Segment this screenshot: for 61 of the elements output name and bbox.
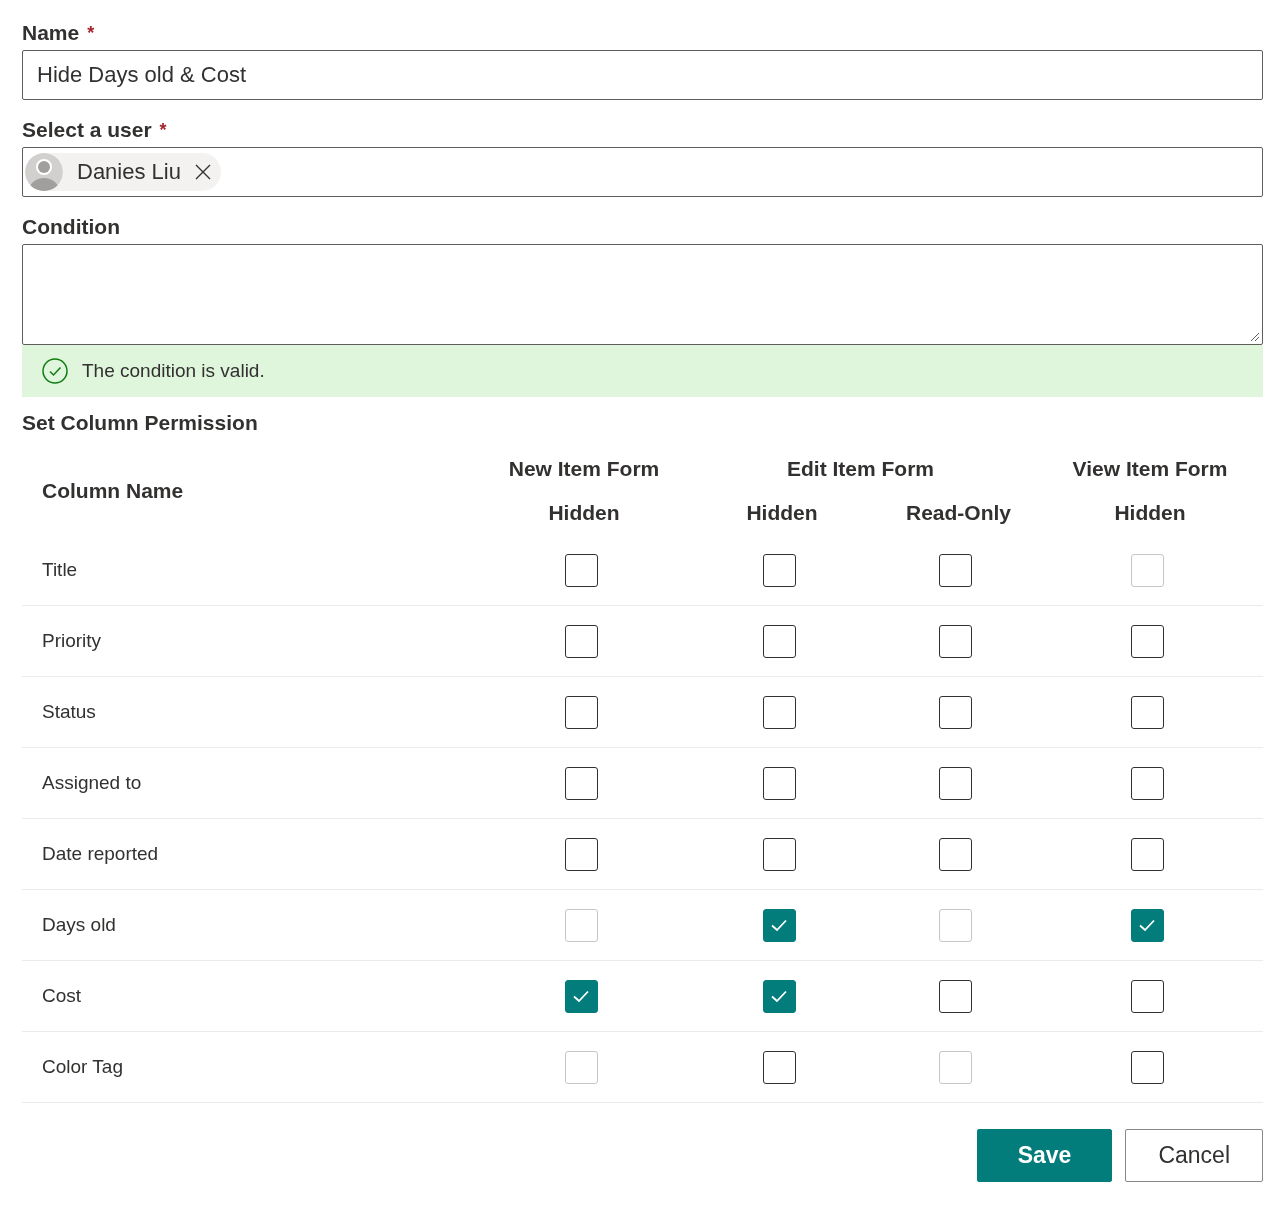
checkbox[interactable] — [1130, 695, 1164, 729]
save-button[interactable]: Save — [976, 1129, 1113, 1182]
row-name: Cost — [22, 961, 484, 1032]
user-chip[interactable]: Danies Liu — [25, 153, 221, 191]
column-header: Column Name — [41, 478, 185, 504]
row-name: Assigned to — [22, 748, 484, 819]
checkbox[interactable] — [564, 979, 598, 1013]
user-picker-field[interactable]: Danies Liu — [22, 147, 1263, 197]
validation-message: The condition is valid. — [82, 360, 265, 382]
checkbox[interactable] — [762, 766, 796, 800]
group-header: New Item Form — [507, 456, 661, 482]
row-name: Days old — [22, 890, 484, 961]
checkbox[interactable] — [939, 553, 972, 587]
row-name: Priority — [22, 606, 484, 677]
check-circle-icon — [42, 358, 68, 384]
condition-textarea[interactable] — [22, 244, 1263, 345]
user-name: Danies Liu — [77, 159, 181, 185]
required-mark: * — [87, 22, 95, 44]
avatar-icon — [25, 153, 63, 191]
checkbox[interactable] — [1130, 766, 1164, 800]
group-header: View Item Form — [1071, 456, 1229, 482]
name-input-field[interactable]: Hide Days old & Cost — [22, 50, 1263, 100]
checkbox[interactable] — [1130, 837, 1164, 871]
section-title: Set Column Permission — [22, 411, 259, 435]
column-header: Hidden — [745, 500, 819, 526]
checkbox[interactable] — [564, 624, 598, 658]
checkbox[interactable] — [939, 695, 972, 729]
column-header: Hidden — [1113, 500, 1187, 526]
checkbox[interactable] — [939, 979, 972, 1013]
checkbox[interactable] — [1130, 979, 1164, 1013]
required-mark: * — [159, 119, 167, 141]
resize-handle-icon[interactable] — [1250, 332, 1260, 342]
checkbox[interactable] — [762, 695, 796, 729]
cancel-button[interactable]: Cancel — [1125, 1129, 1263, 1182]
checkbox[interactable] — [762, 1050, 796, 1084]
row-name: Status — [22, 677, 484, 748]
checkbox[interactable] — [762, 553, 796, 587]
group-header: Edit Item Form — [786, 456, 935, 482]
row-name: Title — [22, 535, 484, 606]
checkbox[interactable] — [762, 979, 796, 1013]
checkbox[interactable] — [939, 837, 972, 871]
checkbox[interactable] — [564, 695, 598, 729]
checkbox[interactable] — [564, 837, 598, 871]
checkbox[interactable] — [564, 553, 598, 587]
checkbox[interactable] — [1130, 624, 1164, 658]
checkbox[interactable] — [1130, 908, 1164, 942]
column-header: Hidden — [547, 500, 621, 526]
checkbox[interactable] — [762, 837, 796, 871]
row-name: Date reported — [22, 819, 484, 890]
checkbox[interactable] — [1130, 1050, 1164, 1084]
field-label: Condition — [22, 215, 120, 239]
checkbox[interactable] — [939, 766, 972, 800]
checkbox[interactable] — [564, 766, 598, 800]
field-label: Name — [22, 21, 80, 45]
row-name: Color Tag — [22, 1032, 484, 1103]
column-header: Read-Only — [905, 500, 1012, 526]
checkbox[interactable] — [762, 624, 796, 658]
field-label: Select a user — [22, 118, 152, 142]
checkbox[interactable] — [939, 624, 972, 658]
remove-icon[interactable] — [194, 164, 211, 180]
checkbox[interactable] — [762, 908, 796, 942]
